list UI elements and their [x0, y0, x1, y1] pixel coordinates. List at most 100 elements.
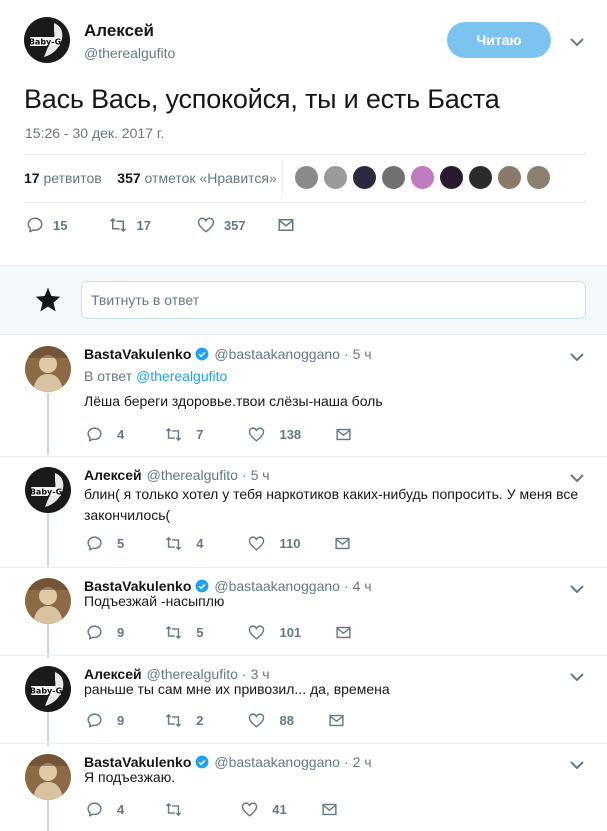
direct-message-button[interactable]: [334, 535, 351, 552]
like-button[interactable]: 110: [248, 535, 300, 552]
retweet-count: 2: [196, 713, 204, 728]
liker-avatar[interactable]: [468, 165, 493, 190]
tweet-timestamp[interactable]: 15:26 - 30 дек. 2017 г.: [25, 125, 164, 141]
tweet-text: Подъезжай -насыплю: [84, 593, 225, 609]
author-name[interactable]: Алексей: [84, 467, 142, 483]
retweets-label[interactable]: ретвитов: [43, 170, 101, 186]
author-name[interactable]: Алексей: [84, 21, 154, 41]
author-name[interactable]: BastaVakulenko: [84, 346, 191, 362]
svg-text:Baby-G: Baby-G: [30, 488, 62, 497]
chevron-down-icon[interactable]: [570, 473, 584, 483]
divider: [24, 154, 586, 155]
like-button[interactable]: 101: [248, 624, 301, 641]
tweet-text: Я подъезжаю.: [84, 769, 176, 785]
liker-avatar[interactable]: [323, 165, 348, 190]
retweet-button[interactable]: 17: [109, 216, 151, 234]
in-reply-to: В ответ @therealgufito: [84, 368, 227, 384]
retweet-count: 4: [196, 536, 204, 551]
avatar[interactable]: [25, 346, 71, 392]
avatar[interactable]: Baby-G: [25, 467, 71, 513]
reply-input[interactable]: [81, 281, 586, 319]
retweet-icon: [166, 625, 182, 640]
in-reply-to-link[interactable]: @therealgufito: [136, 368, 227, 384]
direct-message-button[interactable]: [328, 712, 345, 729]
liker-avatar[interactable]: [381, 165, 406, 190]
liker-avatar[interactable]: [439, 165, 464, 190]
direct-message-button[interactable]: [277, 216, 295, 234]
retweet-button[interactable]: 5: [165, 624, 203, 641]
tweet-actions: 15 17 357: [26, 216, 295, 234]
heart-icon: [197, 217, 215, 233]
reply-tweet[interactable]: BastaVakulenko @bastaakanoggano · 2 ч Я …: [0, 744, 607, 831]
retweet-icon: [166, 713, 182, 728]
likes-label[interactable]: отметок «Нравится»: [145, 170, 277, 186]
divider: [282, 160, 283, 196]
liker-avatar[interactable]: [526, 165, 551, 190]
direct-message-button[interactable]: [321, 801, 338, 818]
tweet-actions: 5 4 110: [86, 535, 351, 552]
tweet-text: Лёша береги здоровье.твои слёзы-наша бол…: [84, 393, 383, 409]
tweet-text: раньше ты сам мне их привозил... да, вре…: [84, 681, 390, 697]
like-count: 41: [272, 802, 287, 817]
liker-avatar[interactable]: [497, 165, 522, 190]
like-count: 101: [279, 625, 302, 640]
like-count: 357: [223, 217, 246, 233]
like-button[interactable]: 41: [241, 801, 287, 818]
reply-tweet[interactable]: Baby-G Алексей @therealgufito · 5 ч блин…: [0, 457, 607, 568]
chevron-down-icon[interactable]: [570, 352, 584, 362]
heart-icon: [249, 625, 265, 640]
reply-count: 5: [117, 536, 125, 551]
likes-count[interactable]: 357: [117, 170, 140, 186]
chevron-down-icon[interactable]: [570, 37, 584, 47]
tweet-actions: 4 41: [86, 801, 338, 818]
avatar[interactable]: Baby-G: [25, 666, 71, 712]
like-button[interactable]: 357: [197, 216, 246, 234]
like-button[interactable]: 88: [248, 712, 294, 729]
retweet-icon: [166, 427, 182, 442]
liker-avatar[interactable]: [294, 165, 319, 190]
reply-tweet[interactable]: Baby-G Алексей @therealgufito · 3 ч рань…: [0, 656, 607, 744]
retweet-button[interactable]: 4: [165, 535, 203, 552]
retweets-count[interactable]: 17: [24, 170, 40, 186]
liker-avatar[interactable]: [410, 165, 435, 190]
retweet-button[interactable]: 7: [165, 426, 203, 443]
like-count: 88: [279, 713, 294, 728]
separator-dot: ·: [241, 467, 247, 483]
reply-button[interactable]: 4: [86, 426, 124, 443]
envelope-icon: [329, 714, 344, 727]
reply-tweet[interactable]: BastaVakulenko @bastaakanoggano · 5 ч В …: [0, 336, 607, 456]
author-handle[interactable]: @bastaakanoggano: [214, 346, 340, 362]
reply-icon: [87, 802, 102, 817]
avatar[interactable]: Baby-G: [24, 17, 70, 63]
reply-count: 9: [117, 625, 125, 640]
retweet-button[interactable]: 2: [165, 712, 203, 729]
main-tweet: Baby-G Алексей @therealgufito Читаю Вась…: [0, 0, 607, 265]
reply-button[interactable]: 15: [26, 216, 67, 234]
reply-count: 4: [117, 427, 125, 442]
retweet-button[interactable]: [165, 801, 196, 818]
like-button[interactable]: 138: [248, 426, 301, 443]
likers-avatars: [294, 165, 551, 190]
envelope-icon: [278, 219, 294, 231]
retweet-count: 5: [196, 625, 204, 640]
tweet-actions: 9 5 101: [86, 624, 352, 641]
avatar[interactable]: [25, 578, 71, 624]
author-handle[interactable]: @therealgufito: [147, 467, 238, 483]
tweet-time[interactable]: 5 ч: [353, 346, 372, 362]
reply-button[interactable]: 9: [86, 712, 124, 729]
reply-button[interactable]: 4: [86, 801, 124, 818]
tweet-time[interactable]: 5 ч: [251, 467, 270, 483]
like-count: 110: [279, 536, 301, 551]
follow-button[interactable]: Читаю: [447, 22, 551, 58]
reply-tweet[interactable]: BastaVakulenko @bastaakanoggano · 4 ч По…: [0, 568, 607, 656]
envelope-icon: [335, 537, 351, 550]
reply-header: Алексей @therealgufito · 5 ч: [84, 467, 270, 483]
liker-avatar[interactable]: [352, 165, 377, 190]
author-handle[interactable]: @therealgufito: [84, 45, 175, 61]
direct-message-button[interactable]: [335, 624, 352, 641]
reply-button[interactable]: 5: [86, 535, 124, 552]
direct-message-button[interactable]: [335, 426, 352, 443]
svg-text:Baby-G: Baby-G: [29, 38, 61, 47]
reply-button[interactable]: 9: [86, 624, 124, 641]
avatar[interactable]: [25, 754, 71, 800]
